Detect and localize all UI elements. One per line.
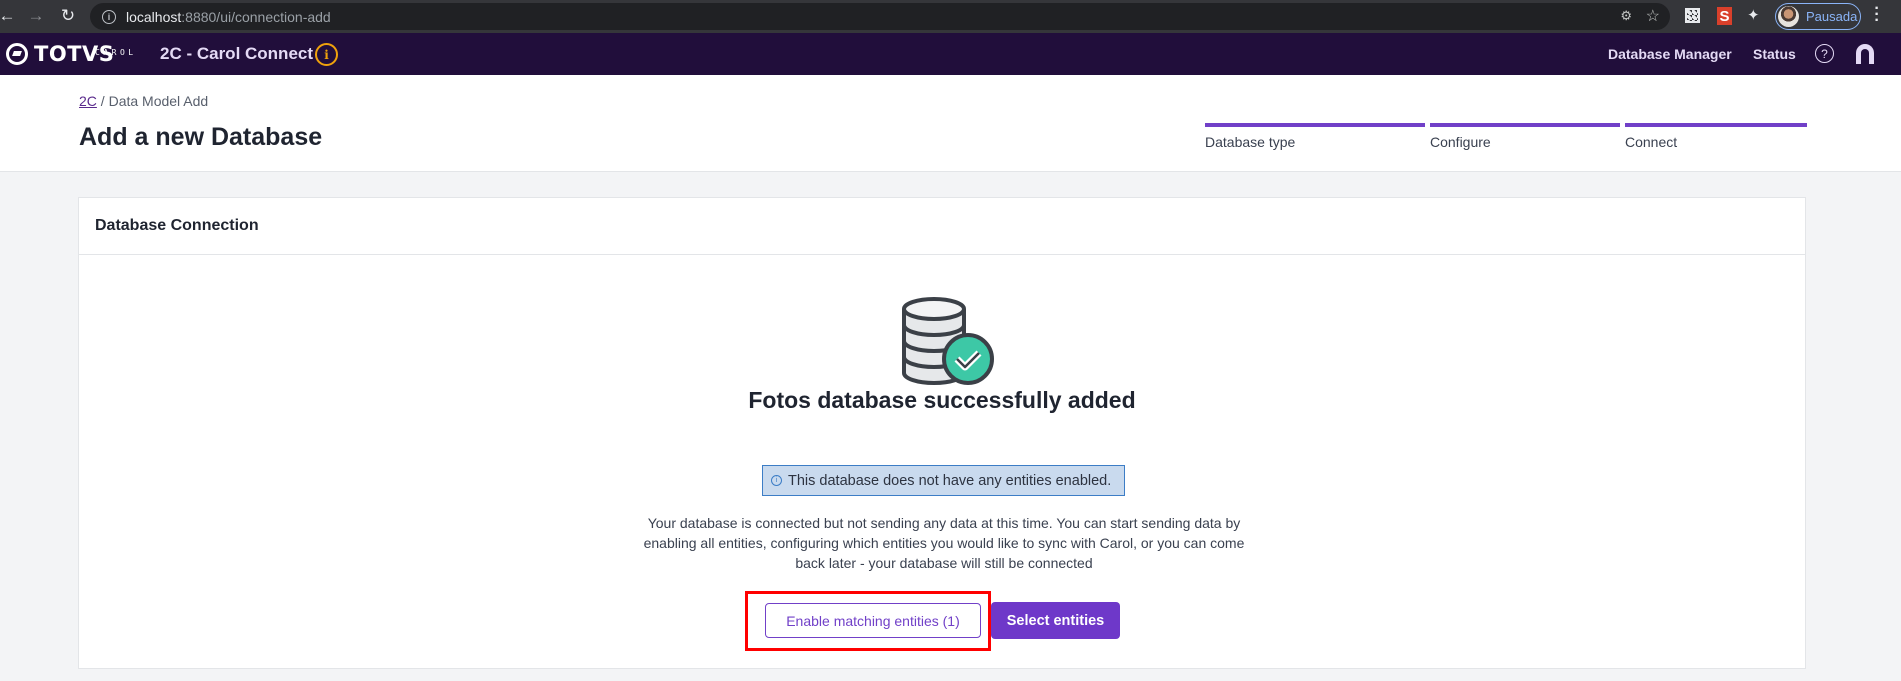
extensions-puzzle-icon[interactable]: ✦	[1747, 6, 1760, 24]
database-success-icon	[902, 297, 994, 385]
nav-database-manager[interactable]: Database Manager	[1608, 46, 1732, 62]
breadcrumb: 2C / Data Model Add	[79, 93, 208, 109]
url-host: localhost	[126, 8, 182, 25]
check-circle	[942, 333, 994, 385]
address-bar[interactable]: i localhost:8880/ui/connection-add ⚙ ☆	[90, 3, 1670, 30]
page-title: Add a new Database	[79, 123, 323, 151]
description-text: Your database is connected but not sendi…	[643, 515, 1245, 571]
info-alert: i This database does not have any entiti…	[762, 465, 1125, 496]
logo-subtext: CAROL	[95, 48, 137, 57]
step-progress-bar	[1430, 123, 1620, 127]
breadcrumb-root-link[interactable]: 2C	[79, 93, 97, 109]
forward-arrow-icon[interactable]: →	[25, 5, 47, 27]
url-text[interactable]: localhost:8880/ui/connection-add	[126, 9, 331, 25]
card-title: Database Connection	[95, 217, 259, 234]
profile-button[interactable]: Pausada	[1775, 3, 1861, 30]
profile-avatar	[1778, 6, 1799, 27]
step-database-type: Database type	[1205, 123, 1425, 150]
step-label: Configure	[1430, 134, 1491, 150]
stepper: Database type Configure Connect	[1205, 123, 1807, 150]
s-extension-icon[interactable]: S	[1717, 7, 1732, 25]
step-connect: Connect	[1625, 123, 1807, 150]
database-connection-card: Database Connection Fotos database succe…	[78, 197, 1806, 669]
step-label: Database type	[1205, 134, 1296, 150]
browser-toolbar: ← → ↻ i localhost:8880/ui/connection-add…	[0, 0, 1901, 33]
step-configure: Configure	[1430, 123, 1620, 150]
profile-label: Pausada	[1806, 9, 1858, 24]
alert-text: This database does not have any entities…	[788, 472, 1112, 489]
step-progress-bar	[1205, 123, 1425, 127]
app-title[interactable]: 2C - Carol Connect	[160, 44, 313, 64]
qr-extension-icon[interactable]	[1685, 8, 1700, 23]
enable-matching-entities-button[interactable]: Enable matching entities (1)	[765, 603, 981, 638]
help-icon[interactable]: ?	[1815, 44, 1834, 63]
info-circle-icon: i	[771, 475, 782, 486]
totvs-logo-icon	[6, 43, 28, 65]
info-icon[interactable]: i	[315, 43, 338, 66]
browser-menu-icon[interactable]: · · ·	[1874, 1, 1880, 29]
site-info-icon[interactable]: i	[102, 9, 116, 24]
select-entities-button[interactable]: Select entities	[991, 602, 1120, 639]
user-icon[interactable]	[1856, 44, 1874, 64]
breadcrumb-separator: /	[96, 93, 109, 109]
step-progress-bar	[1625, 123, 1807, 127]
reload-icon[interactable]: ↻	[57, 5, 79, 27]
bookmark-star-icon[interactable]: ☆	[1646, 6, 1660, 26]
card-header: Database Connection	[79, 198, 1805, 255]
url-path: :8880/ui/connection-add	[181, 8, 331, 25]
page-header: 2C / Data Model Add Add a new Database D…	[0, 75, 1901, 172]
nav-status[interactable]: Status	[1753, 46, 1796, 62]
success-title: Fotos database successfully added	[748, 387, 1136, 413]
app-header: TOTVS CAROL 2C - Carol Connect i Databas…	[0, 33, 1901, 75]
card-body: Fotos database successfully added i This…	[79, 255, 1805, 669]
back-arrow-icon[interactable]: ←	[0, 5, 18, 27]
step-label: Connect	[1625, 134, 1678, 150]
breadcrumb-current: Data Model Add	[108, 93, 209, 109]
key-icon[interactable]: ⚙	[1620, 8, 1632, 24]
